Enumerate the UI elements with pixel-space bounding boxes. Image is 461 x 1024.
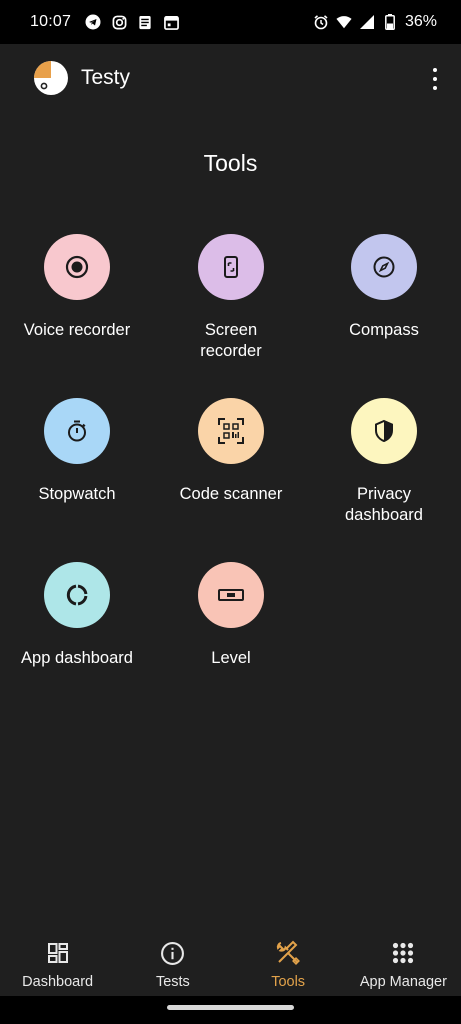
battery-icon [382,14,398,30]
tool-label: Code scanner [179,485,283,503]
instagram-icon [111,14,127,30]
nav-label: Dashboard [22,974,94,990]
tool-circle[interactable] [44,234,110,300]
status-time: 10:07 [30,13,72,30]
nav-item-tests[interactable]: Tests [115,930,230,996]
bottom-navigation: Dashboard Tests Tools App Manager [0,930,461,996]
gesture-navigation-bar [0,996,461,1024]
info-icon [160,940,186,966]
nav-label: Tools [271,974,306,990]
home-gesture-handle[interactable] [167,1005,294,1010]
tool-circle[interactable] [44,562,110,628]
tool-stopwatch[interactable]: Stopwatch [0,398,154,505]
tool-voice-recorder[interactable]: Voice recorder [0,234,154,341]
wifi-icon [336,14,352,30]
phone-screen-icon [224,256,238,278]
battery-percent: 36% [404,13,437,30]
tool-screen-recorder[interactable]: Screen recorder [154,234,308,362]
tool-circle[interactable] [351,234,417,300]
tool-label: App dashboard [21,649,133,667]
app-bar: Testy [0,44,461,114]
tools-icon [275,940,301,966]
compass-icon [373,256,395,278]
tool-label: Stopwatch [38,485,116,503]
tool-privacy-dashboard[interactable]: Privacy dashboard [307,398,461,526]
page-title: Tools [203,150,258,176]
status-bar: 10:07 36% [0,0,461,44]
tool-label: Level [211,649,251,667]
app-logo [34,61,68,95]
nav-item-tools[interactable]: Tools [231,930,346,996]
alarm-icon [313,14,329,30]
signal-icon [359,14,375,30]
stopwatch-icon [68,420,86,442]
tool-circle[interactable] [44,398,110,464]
shield-icon [375,419,393,443]
nav-item-app-manager[interactable]: App Manager [346,930,461,996]
tool-code-scanner[interactable]: Code scanner [154,398,308,505]
tool-circle[interactable] [198,234,264,300]
tool-circle[interactable] [198,562,264,628]
tool-level[interactable]: Level [154,562,308,669]
tool-app-dashboard[interactable]: App dashboard [0,562,154,669]
nav-label: Tests [155,974,190,990]
dashboard-icon [45,940,71,966]
nav-item-dashboard[interactable]: Dashboard [0,930,115,996]
donut-icon [66,584,88,606]
tool-label: Privacy dashboard [345,485,423,524]
telegram-icon [85,14,101,30]
apps-grid-icon [390,940,416,966]
app-title: Testy [81,66,131,89]
level-icon [218,589,244,601]
notes-icon [137,14,153,30]
overflow-menu-icon[interactable] [424,66,446,92]
nav-label: App Manager [359,974,447,990]
qr-scanner-icon [218,418,244,444]
tool-label: Compass [349,321,419,339]
tool-circle[interactable] [351,398,417,464]
calendar-icon [163,14,179,30]
tool-compass[interactable]: Compass [307,234,461,341]
tool-circle[interactable] [198,398,264,464]
tool-label: Screen recorder [200,321,262,360]
tool-label: Voice recorder [23,321,131,339]
record-icon [65,255,89,279]
